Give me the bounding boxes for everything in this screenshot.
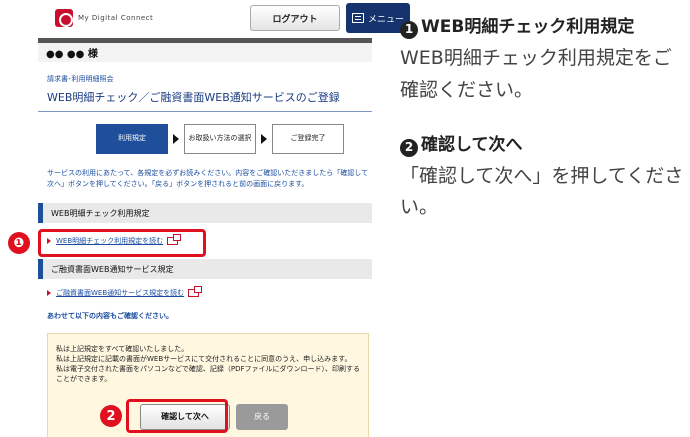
app-screen: My Digital Connect ログアウト メニュー ●● ●● 様 請求… [0, 0, 410, 437]
user-name-bar: ●● ●● 様 [38, 38, 372, 62]
instruction-body: 「確認して次へ」を押してください。 [400, 165, 684, 219]
instruction-heading: 2 確認して次へ [400, 132, 690, 159]
step-number-badge: 1 [400, 21, 418, 39]
callout-badge-1: ❶ [8, 232, 30, 254]
instruction-1: 1 WEB明細チェック利用規定 WEB明細チェック利用規定をご確認ください。 [400, 14, 690, 106]
callout-highlight-confirm-button [126, 399, 228, 433]
callout-badge-2: 2 [100, 405, 122, 427]
brand-logo-icon [55, 9, 73, 27]
instruction-heading: 1 WEB明細チェック利用規定 [400, 14, 690, 41]
confirm-statement: 私は電子交付された書面をパソコンなどで確認、記録（PDFファイルにダウンロード）… [56, 365, 360, 384]
also-confirm-text: あわせて以下の内容もご確認ください。 [47, 312, 173, 320]
section-web-statement-terms: WEB明細チェック利用規定 [38, 203, 372, 223]
confirm-statement: 私は上記規定に記載の書面がWEBサービスにて交付されることに同意のうえ、申し込み… [56, 355, 352, 364]
instruction-title: 確認して次へ [421, 134, 523, 155]
step-arrow-icon [261, 134, 267, 144]
breadcrumb[interactable]: 請求書･利用明細照会 [47, 74, 372, 84]
top-bar: My Digital Connect ログアウト メニュー [38, 0, 410, 40]
brand-name: My Digital Connect [78, 14, 154, 22]
instruction-body: WEB明細チェック利用規定をご確認ください。 [400, 47, 672, 101]
external-window-icon [188, 286, 203, 297]
step-terms: 利用規定 [96, 124, 168, 154]
instruction-title: WEB明細チェック利用規定 [421, 17, 635, 37]
section-loan-notice-terms: ご融資書面WEB通知サービス規定 [38, 259, 372, 279]
menu-button-label: メニュー [367, 14, 404, 25]
callout-highlight-terms-link [38, 229, 206, 257]
notice-text: サービスの利用にあたって、各規定を必ずお読みください。内容をご確認いただきました… [47, 169, 369, 188]
logout-button[interactable]: ログアウト [250, 5, 340, 31]
step-complete: ご登録完了 [272, 124, 344, 154]
step-number-badge: 2 [400, 138, 418, 157]
link-label: ご融資書面WEB通知サービス規定を読む [56, 289, 185, 297]
page-title: WEB明細チェック／ご融資書面WEB通知サービスのご登録 [47, 91, 340, 104]
read-loan-notice-terms-link[interactable]: ご融資書面WEB通知サービス規定を読む [38, 279, 372, 307]
hamburger-icon [351, 13, 364, 23]
confirm-statement: 私は上記規定をすべて確認いたしました。 [56, 345, 189, 353]
back-button[interactable]: 戻る [236, 404, 288, 430]
title-divider [38, 111, 372, 112]
brand-logo[interactable]: My Digital Connect [55, 9, 153, 27]
step-arrow-icon [173, 134, 179, 144]
bullet-arrow-icon [47, 290, 51, 296]
step-method: お取扱い方法の選択 [184, 124, 256, 154]
step-indicator: 利用規定 お取扱い方法の選択 ご登録完了 [96, 124, 372, 154]
instruction-panel: 1 WEB明細チェック利用規定 WEB明細チェック利用規定をご確認ください。 2… [400, 14, 690, 224]
instruction-2: 2 確認して次へ 「確認して次へ」を押してください。 [400, 132, 690, 224]
